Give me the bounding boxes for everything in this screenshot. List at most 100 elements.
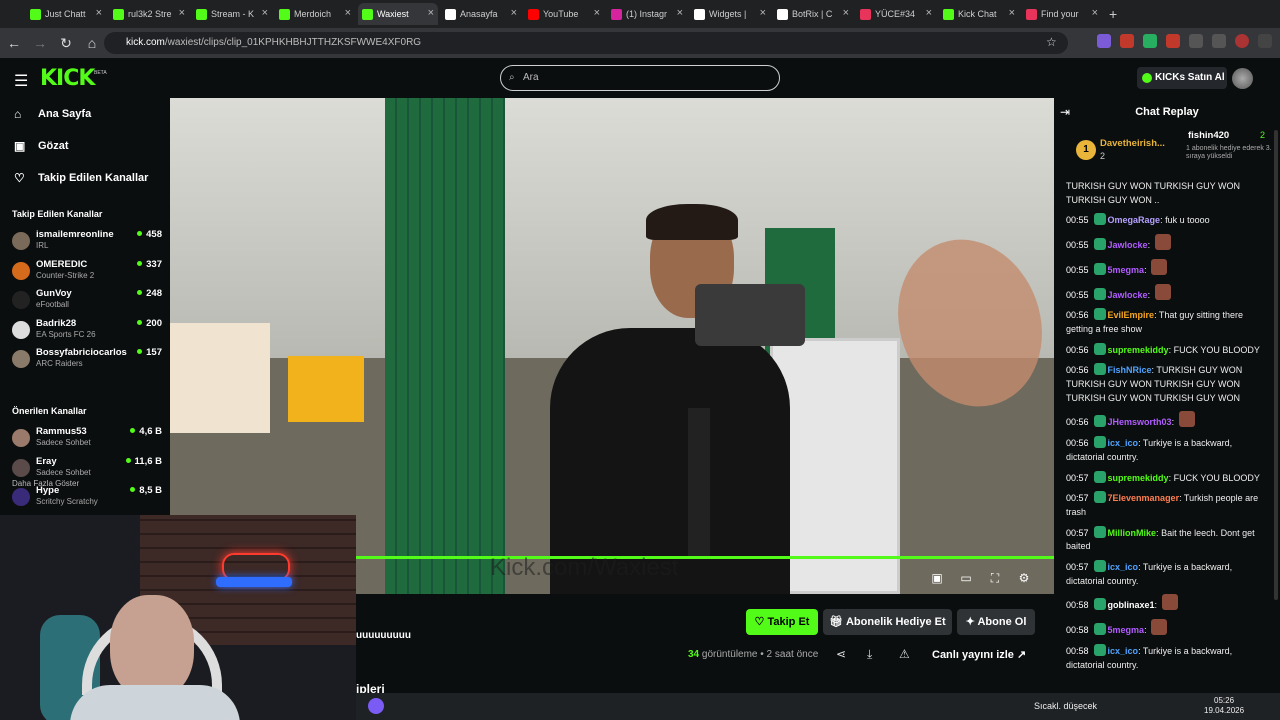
extension-icon[interactable]	[1166, 34, 1180, 48]
channel-item[interactable]: Eray Sadece Sohbet 11,6 B	[12, 456, 162, 482]
message-user[interactable]: goblinaxe1	[1108, 600, 1155, 610]
address-bar[interactable]: kick.com/waxiest/clips/clip_01KPHKHBHJTT…	[104, 32, 1068, 54]
browser-tab[interactable]: Anasayfa ×	[441, 3, 521, 25]
browser-tab[interactable]: Merdoich ×	[275, 3, 355, 25]
sidebar-item-label: Takip Edilen Kanallar	[38, 172, 149, 184]
download-icon[interactable]: ⤓	[867, 647, 872, 662]
browser-tab[interactable]: Kick Chat ×	[939, 3, 1019, 25]
top-gifter-1[interactable]: 1 Davetheirish... 2	[1076, 138, 1176, 168]
close-tab-icon[interactable]: ×	[1009, 7, 1015, 19]
message-user[interactable]: 7Elevenmanager	[1108, 493, 1180, 503]
message-user[interactable]: 5megma	[1108, 625, 1145, 635]
close-tab-icon[interactable]: ×	[594, 7, 600, 19]
new-tab-icon[interactable]: +	[1109, 6, 1117, 22]
close-tab-icon[interactable]: ×	[262, 7, 268, 19]
browser-tab[interactable]: YouTube ×	[524, 3, 604, 25]
message-user[interactable]: MillionMike	[1108, 528, 1157, 538]
close-tab-icon[interactable]: ×	[843, 7, 849, 19]
message-time: 00:57	[1066, 472, 1089, 483]
follow-button[interactable]: ♡ Takip Et	[746, 609, 818, 635]
forward-icon[interactable]: →	[28, 35, 52, 51]
clock[interactable]: 05:26 19.04.2026	[1204, 696, 1244, 716]
app-icon[interactable]	[368, 698, 384, 714]
channel-item[interactable]: OMEREDIC Counter-Strike 2 337	[12, 259, 162, 285]
message-user[interactable]: JHemsworth03	[1108, 417, 1172, 427]
channel-item[interactable]: Badrik28 EA Sports FC 26 200	[12, 318, 162, 344]
channel-item[interactable]: GunVoy eFootball 248	[12, 288, 162, 314]
report-icon[interactable]: ⚠	[899, 647, 910, 661]
message-user[interactable]: supremekiddy	[1108, 345, 1169, 355]
sidebar-item-browse[interactable]: ▣ Gözat	[14, 138, 69, 154]
gift-sub-button[interactable]: 🎁︎ Abonelik Hediye Et	[823, 609, 952, 635]
channel-item[interactable]: Rammus53 Sadece Sohbet 4,6 B	[12, 426, 162, 452]
close-tab-icon[interactable]: ×	[345, 7, 351, 19]
reload-icon[interactable]: ↻	[54, 35, 78, 52]
channel-item[interactable]: Hype Scritchy Scratchy 8,5 B	[12, 485, 162, 511]
close-tab-icon[interactable]: ×	[1092, 7, 1098, 19]
message-user[interactable]: FishNRice	[1108, 365, 1152, 375]
browser-tab[interactable]: BotRix | C ×	[773, 3, 853, 25]
extension-icon[interactable]	[1143, 34, 1157, 48]
weather-text[interactable]: Sıcakl. düşecek	[1034, 701, 1097, 711]
browser-tab[interactable]: Waxiest ×	[358, 3, 438, 25]
close-tab-icon[interactable]: ×	[511, 7, 517, 19]
browser-tab[interactable]: Widgets | ×	[690, 3, 770, 25]
message-user[interactable]: 5megma	[1108, 265, 1145, 275]
browser-tab[interactable]: Just Chatt ×	[26, 3, 106, 25]
close-tab-icon[interactable]: ×	[926, 7, 932, 19]
hamburger-menu-icon[interactable]: ☰	[14, 71, 28, 91]
search-input[interactable]: ⌕ Ara	[500, 65, 780, 91]
user-avatar[interactable]	[1232, 68, 1253, 89]
sidebar-item-following[interactable]: ♡ Takip Edilen Kanallar	[14, 170, 148, 186]
menu-dots-icon[interactable]	[1258, 34, 1272, 48]
user-badge-icon	[1093, 262, 1106, 275]
kick-logo[interactable]: KICK	[40, 66, 95, 91]
pip-icon[interactable]: ▣	[929, 571, 945, 587]
sidebar-item-home[interactable]: ⌂ Ana Sayfa	[14, 106, 91, 122]
emote-icon	[1178, 411, 1195, 428]
message-user[interactable]: supremekiddy	[1108, 473, 1169, 483]
watch-live-link[interactable]: Canlı yayını izle ↗	[932, 648, 1026, 661]
puzzle-icon[interactable]	[1189, 34, 1203, 48]
fullscreen-icon[interactable]: ⛶	[987, 571, 1003, 587]
channel-item[interactable]: ismailemreonline IRL 458	[12, 229, 162, 255]
extension-icon[interactable]	[1120, 34, 1134, 48]
close-tab-icon[interactable]: ×	[428, 7, 434, 19]
profile-icon[interactable]	[1235, 34, 1249, 48]
message-user[interactable]: Jawlocke	[1108, 290, 1148, 300]
message-user[interactable]: icx_ico	[1108, 438, 1139, 448]
os-taskbar: Sıcakl. düşecek 05:26 19.04.2026	[356, 693, 1280, 720]
browser-tab[interactable]: Find your ×	[1022, 3, 1102, 25]
close-tab-icon[interactable]: ×	[760, 7, 766, 19]
message-user[interactable]: icx_ico	[1108, 646, 1139, 656]
subscribe-button[interactable]: ✦ Abone Ol	[957, 609, 1035, 635]
home-nav-icon[interactable]: ⌂	[80, 35, 104, 51]
close-tab-icon[interactable]: ×	[677, 7, 683, 19]
message-user[interactable]: icx_ico	[1108, 562, 1139, 572]
extension-icon[interactable]	[1097, 34, 1111, 48]
gifter-notice[interactable]: fishin420 2 1 abonelik hediye ederek 3. …	[1174, 130, 1278, 170]
buy-kicks-button[interactable]: KICKs Satın Al	[1137, 67, 1227, 89]
share-icon[interactable]: ⋖	[836, 647, 846, 661]
browser-tab[interactable]: Stream - K ×	[192, 3, 272, 25]
message-user[interactable]: Jawlocke	[1108, 240, 1148, 250]
search-placeholder: Ara	[523, 72, 539, 83]
settings-icon[interactable]: ⚙	[1016, 571, 1032, 587]
browser-tab[interactable]: (1) Instagr ×	[607, 3, 687, 25]
gift-count: 2	[1100, 151, 1106, 161]
browser-tab[interactable]: rul3k2 Stre ×	[109, 3, 189, 25]
back-icon[interactable]: ←	[2, 35, 26, 51]
message-time: 00:56	[1066, 344, 1089, 355]
channel-item[interactable]: Bossyfabriciocarlos ARC Raiders 157	[12, 347, 162, 373]
reading-list-icon[interactable]	[1212, 34, 1226, 48]
chat-scrollbar[interactable]	[1274, 130, 1278, 600]
message-user[interactable]: OmegaRage	[1108, 215, 1161, 225]
close-tab-icon[interactable]: ×	[96, 7, 102, 19]
browser-tab[interactable]: YÜCE#34 ×	[856, 3, 936, 25]
close-tab-icon[interactable]: ×	[179, 7, 185, 19]
channel-name: OMEREDIC	[36, 258, 88, 270]
bookmark-star-icon[interactable]: ☆	[1046, 35, 1057, 49]
message-user[interactable]: EvilEmpire	[1108, 310, 1155, 320]
theater-icon[interactable]: ▭	[958, 571, 974, 587]
channel-name: Eray	[36, 455, 57, 467]
